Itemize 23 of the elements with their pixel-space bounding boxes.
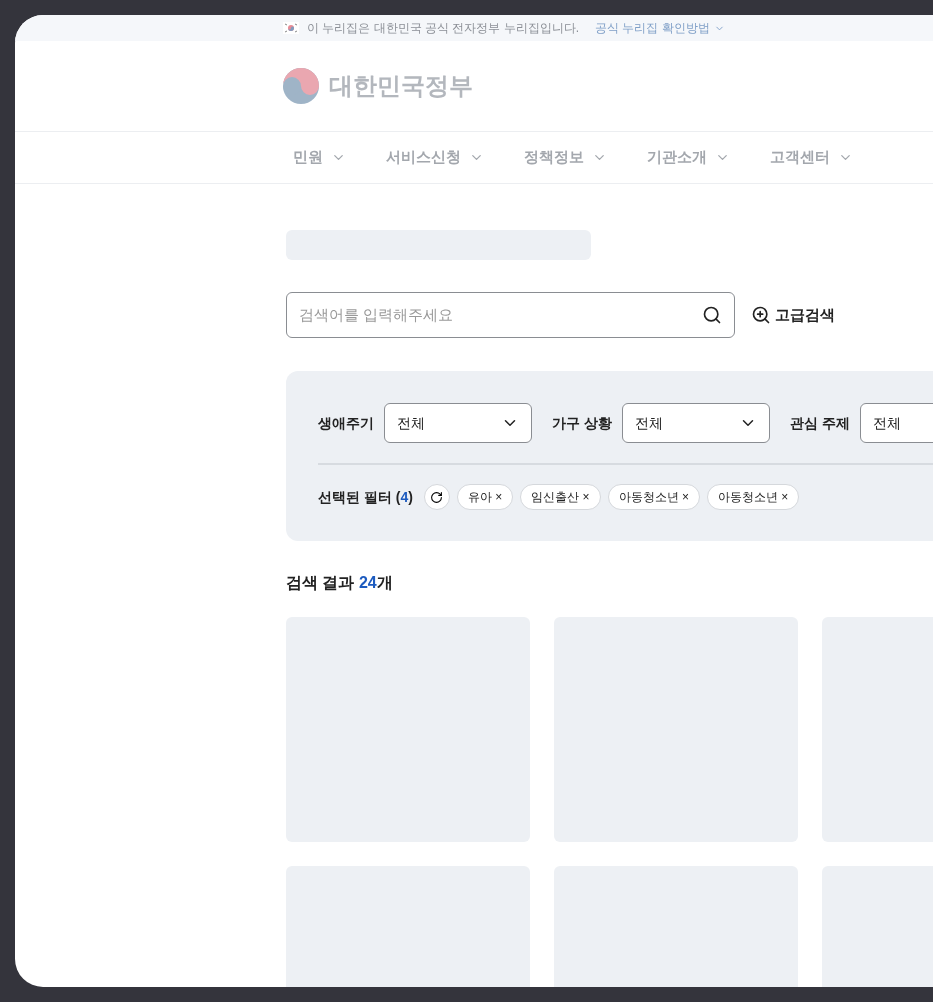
advanced-search-button[interactable]: 고급검색 <box>751 303 835 327</box>
search-box[interactable]: 검색어를 입력해주세요 <box>286 292 735 338</box>
logo-text: 대한민국정부 <box>329 71 473 101</box>
search-icon[interactable] <box>702 305 722 325</box>
banner-text: 이 누리집은 대한민국 공식 전자정부 누리집입니다. <box>307 20 579 37</box>
flag-icon <box>283 22 299 34</box>
filter-label: 생애주기 <box>318 413 374 433</box>
filter-chip[interactable]: 아동청소년 × <box>607 484 700 510</box>
filter-chip[interactable]: 임신출산 × <box>520 484 601 510</box>
filter-label: 가구 상황 <box>552 413 612 433</box>
search-input[interactable]: 검색어를 입력해주세요 <box>299 303 702 327</box>
filter-label: 관심 주제 <box>789 413 850 433</box>
filter-select[interactable]: 전체 <box>621 403 770 443</box>
reset-button[interactable] <box>423 484 450 510</box>
zoom-in-icon <box>751 305 771 325</box>
selected-filters-label: 선택된 필터 (4) <box>318 487 413 507</box>
filter-chip[interactable]: 유아 × <box>456 484 514 510</box>
logo-icon <box>281 66 321 106</box>
filter-select[interactable]: 전체 <box>859 403 933 443</box>
filter-select[interactable]: 전체 <box>384 403 532 443</box>
filter-chip[interactable]: 아동청소년 × <box>706 484 800 510</box>
refresh-icon <box>430 490 444 504</box>
results-heading: 검색 결과 24개 <box>286 573 394 593</box>
